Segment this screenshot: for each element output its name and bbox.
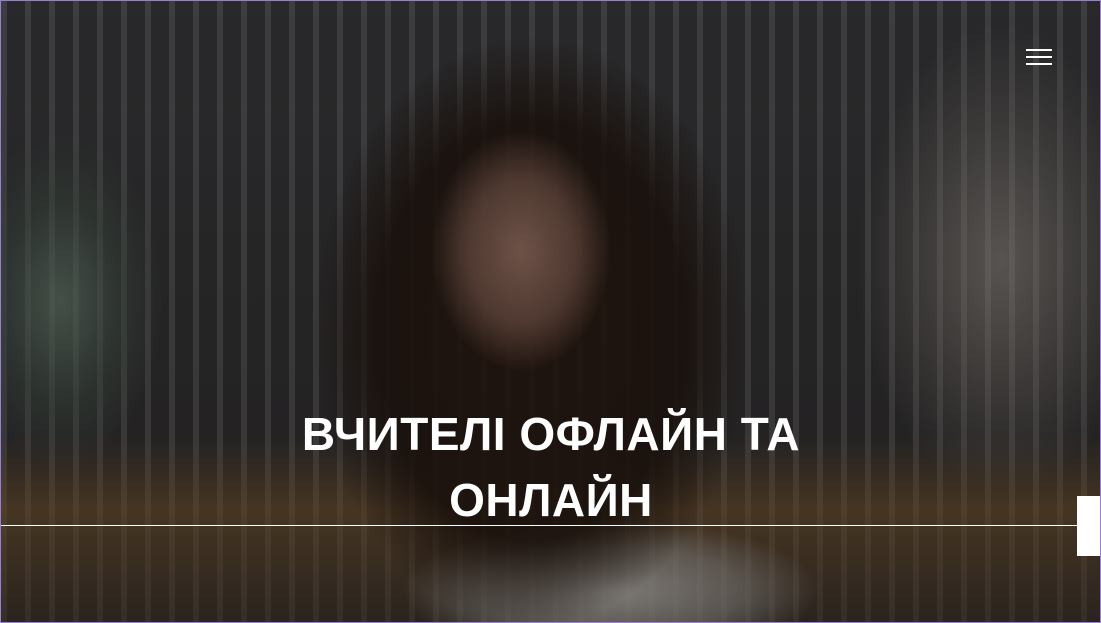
menu-line <box>1026 49 1052 51</box>
side-scroll-tab[interactable] <box>1077 496 1100 556</box>
hamburger-menu-icon[interactable] <box>1024 46 1054 68</box>
page-frame: ВЧИТЕЛІ ОФЛАЙН ТА ОНЛАЙН <box>0 0 1101 623</box>
hero-title: ВЧИТЕЛІ ОФЛАЙН ТА ОНЛАЙН <box>301 408 801 526</box>
menu-line <box>1026 63 1052 65</box>
menu-line <box>1026 56 1052 58</box>
section-divider <box>1 525 1100 526</box>
